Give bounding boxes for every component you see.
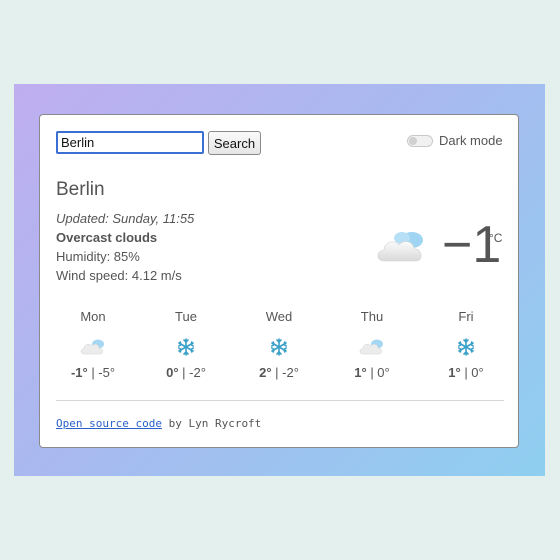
- footer: Open source code by Lyn Rycroft: [56, 417, 261, 430]
- min-temp: | 0°: [366, 365, 390, 380]
- snowflake-icon: [452, 337, 480, 359]
- city-search-input[interactable]: [56, 131, 204, 154]
- min-temp: | -5°: [87, 365, 116, 380]
- current-temperature: −1: [442, 216, 502, 274]
- forecast-day: Fri 1° | 0°: [426, 309, 506, 380]
- max-temp: 1°: [448, 365, 461, 380]
- search-button[interactable]: Search: [208, 131, 261, 155]
- weather-description: Overcast clouds: [56, 230, 158, 245]
- day-name: Mon: [80, 309, 106, 324]
- city-name: Berlin: [56, 179, 105, 200]
- day-name: Thu: [360, 309, 384, 324]
- max-temp: 0°: [166, 365, 179, 380]
- day-name: Wed: [265, 309, 293, 324]
- min-temp: | -2°: [271, 365, 299, 380]
- cloud-icon: [374, 227, 430, 267]
- cloud-icon: [79, 337, 107, 359]
- cloud-icon: [358, 337, 386, 359]
- source-code-link[interactable]: Open source code: [56, 417, 162, 430]
- temperature-unit: °C: [489, 231, 503, 245]
- updated-time: Updated: Sunday, 11:55: [56, 211, 195, 226]
- humidity: Humidity: 85%: [56, 249, 140, 264]
- forecast-row: Mon -1° | -5° Tue 0° | -2° Wed 2° | -2° …: [40, 309, 520, 389]
- min-temp: | -2°: [178, 365, 206, 380]
- snowflake-icon: [172, 337, 200, 359]
- forecast-day: Tue 0° | -2°: [146, 309, 226, 380]
- max-temp: -1°: [70, 365, 88, 380]
- dark-mode-label: Dark mode: [439, 133, 503, 148]
- footer-author: by Lyn Rycroft: [161, 417, 262, 430]
- divider: [56, 400, 504, 401]
- dark-mode-toggle[interactable]: [407, 135, 433, 147]
- max-temp: 1°: [354, 365, 367, 380]
- forecast-day: Wed 2° | -2°: [239, 309, 319, 380]
- min-temp: | 0°: [460, 365, 484, 380]
- forecast-day: Mon -1° | -5°: [53, 309, 133, 380]
- toggle-knob: [409, 137, 417, 145]
- day-name: Fri: [458, 309, 474, 324]
- max-temp: 2°: [259, 365, 272, 380]
- wind-speed: Wind speed: 4.12 m/s: [56, 268, 182, 283]
- forecast-day: Thu 1° | 0°: [332, 309, 412, 380]
- weather-card: Search Dark mode Berlin Updated: Sunday,…: [39, 114, 519, 448]
- snowflake-icon: [265, 337, 293, 359]
- day-name: Tue: [175, 309, 197, 324]
